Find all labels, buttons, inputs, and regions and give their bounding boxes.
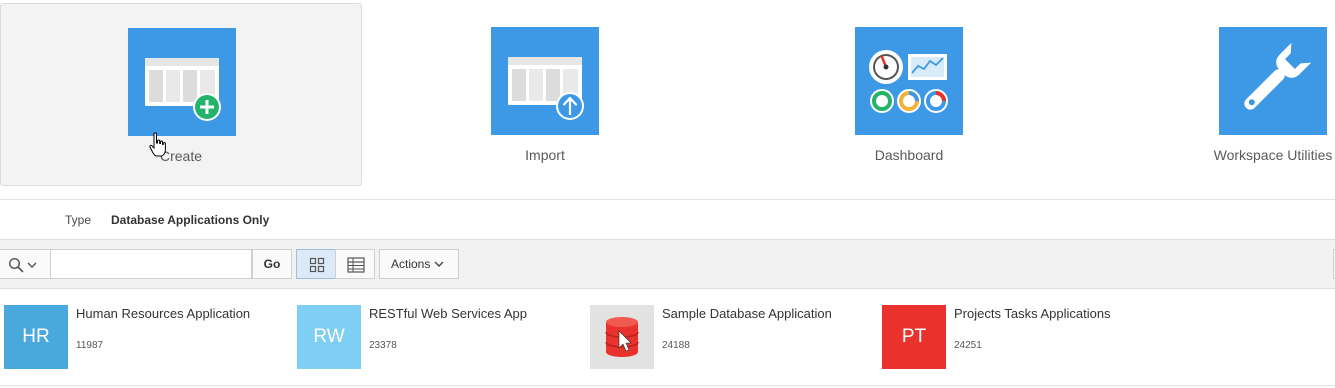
report-toolbar: Go Actions <box>0 239 1335 289</box>
chevron-down-icon <box>27 262 37 268</box>
app-avatar[interactable]: RW <box>297 305 361 369</box>
app-id: 24251 <box>954 340 982 351</box>
chevron-down-icon <box>434 261 444 267</box>
create-icon[interactable] <box>128 28 236 136</box>
app-avatar[interactable] <box>590 305 654 369</box>
table-icon <box>347 257 365 273</box>
actions-label: Actions <box>391 257 431 271</box>
import-icon[interactable] <box>491 27 599 135</box>
search-column-button[interactable] <box>0 249 51 279</box>
icon-view-button[interactable] <box>296 249 336 279</box>
type-filter-value[interactable]: Database Applications Only <box>111 213 269 227</box>
app-card-projects-tasks[interactable]: PT Projects Tasks Applications 24251 <box>882 305 1162 369</box>
hand-cursor-icon <box>149 132 166 157</box>
application-list: HR Human Resources Application 11987 RW … <box>0 289 1335 388</box>
app-name[interactable]: RESTful Web Services App <box>369 306 569 322</box>
report-view-button[interactable] <box>335 249 375 279</box>
grid-icon <box>309 257 325 273</box>
app-card-restful-web-services[interactable]: RW RESTful Web Services App 23378 <box>297 305 577 369</box>
workspace-utilities-label: Workspace Utilities <box>1213 147 1333 163</box>
database-cursor-icon <box>605 317 639 357</box>
create-tile[interactable]: Create <box>0 3 362 186</box>
app-name[interactable]: Human Resources Application <box>76 306 276 322</box>
actions-menu-button[interactable]: Actions <box>379 249 459 279</box>
wrench-icon[interactable] <box>1219 27 1327 135</box>
app-name[interactable]: Sample Database Application <box>662 306 862 322</box>
go-button[interactable]: Go <box>252 249 292 279</box>
list-divider <box>0 385 1335 386</box>
dashboard-tile[interactable]: Dashboard <box>728 3 1090 186</box>
search-input[interactable] <box>51 249 252 279</box>
app-id: 23378 <box>369 340 397 351</box>
app-card-sample-database[interactable]: Sample Database Application 24188 <box>590 305 870 369</box>
create-label: Create <box>159 148 203 164</box>
import-label: Import <box>525 147 565 163</box>
type-filter-row: Type Database Applications Only <box>0 199 1335 240</box>
app-avatar[interactable]: PT <box>882 305 946 369</box>
app-id: 24188 <box>662 340 690 351</box>
import-tile[interactable]: Import <box>364 3 726 186</box>
dashboard-icon[interactable] <box>855 27 963 135</box>
app-avatar[interactable]: HR <box>4 305 68 369</box>
type-filter-label: Type <box>65 213 92 227</box>
app-id: 11987 <box>76 340 104 351</box>
dashboard-label: Dashboard <box>874 147 944 163</box>
workspace-utilities-tile[interactable]: Workspace Utilities <box>1092 3 1335 186</box>
tile-row: Create Import Dashboard Workspace Utilit… <box>0 0 1335 200</box>
app-name[interactable]: Projects Tasks Applications <box>954 306 1154 322</box>
app-card-human-resources[interactable]: HR Human Resources Application 11987 <box>4 305 284 369</box>
search-icon <box>8 257 24 273</box>
